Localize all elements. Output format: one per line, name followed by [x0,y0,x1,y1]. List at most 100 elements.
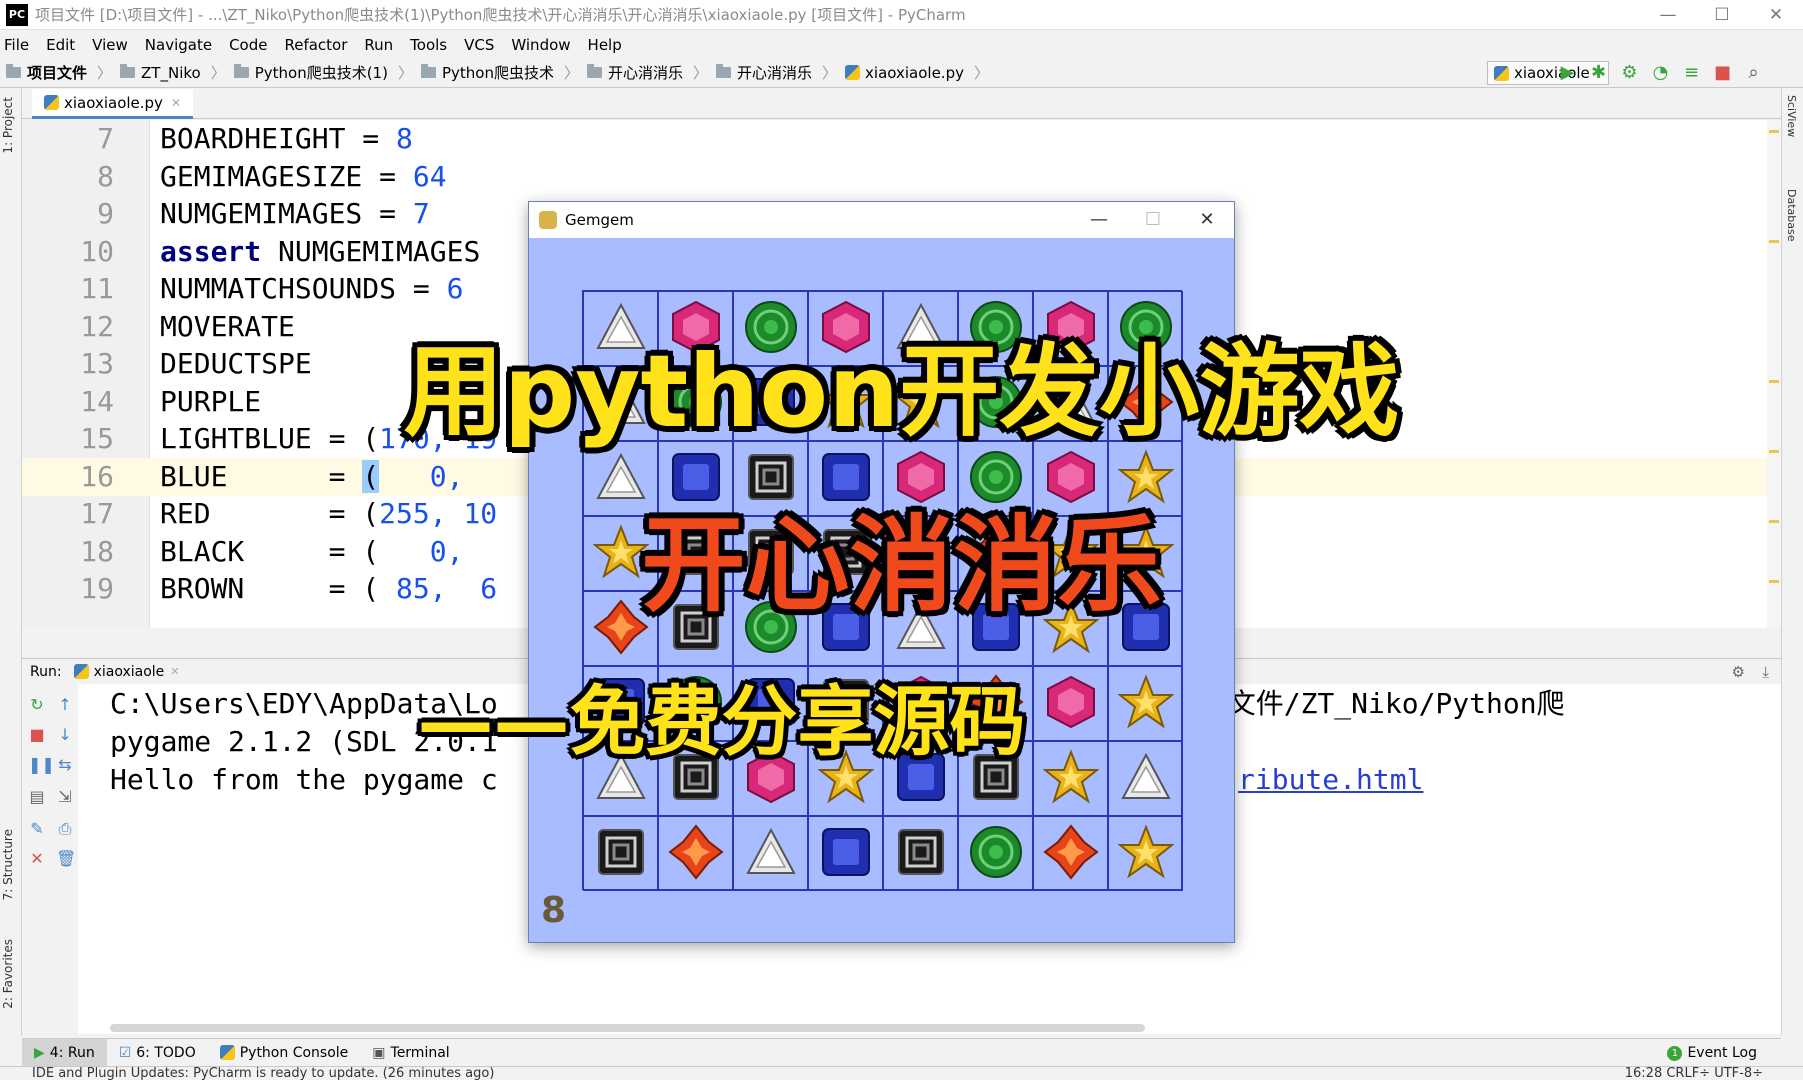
menu-refactor[interactable]: Refactor [284,36,347,54]
scroll-end-icon[interactable]: ⇲ [56,788,74,806]
folder-icon [586,64,602,78]
breadcrumb-item[interactable]: 项目文件 [6,62,87,83]
gem-cell[interactable] [883,816,958,891]
event-log-button[interactable]: 1 Event Log [1667,1039,1757,1067]
folder-icon [120,64,136,78]
menu-vcs[interactable]: VCS [464,36,494,54]
menu-tools[interactable]: Tools [410,36,447,54]
structure-tool-tab[interactable]: 7: Structure [1,829,15,900]
gem-cell[interactable] [733,816,808,891]
close-icon[interactable]: ✕ [171,96,181,110]
gear-icon[interactable]: ⚙ [1732,663,1745,681]
menu-navigate[interactable]: Navigate [145,36,212,54]
gem-diamond-icon [667,823,724,884]
game-title-bar: Gemgem — ☐ ✕ [529,202,1234,238]
database-tool-tab[interactable]: Database [1785,189,1798,242]
folder-icon [716,64,732,78]
close-button[interactable]: ✕ [1749,0,1803,30]
hide-icon[interactable]: ⤓ [1762,663,1769,681]
code-text: BOARDHEIGHT = 8 [160,122,413,155]
gem-diamond-icon [1042,823,1099,884]
menu-help[interactable]: Help [588,36,622,54]
editor-tab[interactable]: xiaoxiaole.py ✕ [32,89,193,119]
breadcrumb-item[interactable]: ZT_Niko [120,64,201,82]
pin-icon[interactable]: ✎ [28,820,46,838]
layout-icon[interactable]: ▤ [28,788,46,806]
tab-python-console[interactable]: Python Console [208,1039,361,1067]
overlay-title: 用python开发小游戏 [403,333,1400,450]
line-number: 9 [97,197,114,230]
breadcrumb-item[interactable]: 开心消消乐 [586,62,683,83]
gem-sphere-icon [968,824,1024,884]
score-display: 8 [541,890,567,931]
gem-cell[interactable] [1108,816,1183,891]
todo-icon: ☑ [118,1044,132,1061]
line-number: 10 [80,234,114,268]
concurrency-icon[interactable]: ≡ [1676,62,1707,84]
pycharm-app-icon: PC [6,3,28,26]
menu-window[interactable]: Window [511,36,570,54]
print-icon[interactable]: ⎙ [56,820,74,838]
editor-tab-bar: xiaoxiaole.py ✕ [22,89,1781,119]
gem-cell[interactable] [658,816,733,891]
code-line: 8 GEMIMAGESIZE = 64 [22,158,1781,196]
gem-cell[interactable] [958,816,1033,891]
folder-icon [420,64,436,78]
gem-cell[interactable] [1033,816,1108,891]
status-position-encoding[interactable]: 16:28 CRLF÷ UTF-8÷ [1625,1067,1763,1080]
line-number: 8 [97,159,114,193]
search-icon[interactable]: ⌕ [1738,62,1769,84]
debug-icon[interactable]: ✱ [1583,62,1614,84]
maximize-button[interactable]: ☐ [1126,202,1180,238]
pygame-icon [539,211,557,229]
tab-run[interactable]: ▶ 4: Run [22,1038,107,1067]
tab-todo[interactable]: ☑ 6: TODO [107,1039,208,1067]
trash-icon[interactable]: 🗑 [56,850,76,868]
close-button[interactable]: ✕ [1180,202,1234,238]
code-text: NUMGEMIMAGES = 7 [160,197,430,230]
status-message[interactable]: IDE and Plugin Updates: PyCharm is ready… [32,1067,494,1080]
overlay-tagline: ——免费分享源码 [417,677,1026,766]
status-bar: IDE and Plugin Updates: PyCharm is ready… [0,1066,1803,1080]
breadcrumb-item[interactable]: Python爬虫技术 [420,62,554,83]
project-tool-tab[interactable]: 1: Project [1,97,15,154]
line-number: 7 [97,122,114,155]
profile-icon[interactable]: ◔ [1645,62,1676,84]
close-icon[interactable]: ✕ [28,850,46,868]
run-icon[interactable]: ▶ [1552,62,1583,84]
stop-icon[interactable]: ■ [1707,62,1738,84]
code-line: 7 BOARDHEIGHT = 8 [22,120,1781,158]
menu-bar: File Edit View Navigate Code Refactor Ru… [0,31,1803,58]
menu-code[interactable]: Code [229,36,267,54]
menu-edit[interactable]: Edit [46,36,75,54]
gem-cell[interactable] [583,816,658,891]
menu-file[interactable]: File [4,36,29,54]
python-icon [219,1045,235,1060]
coverage-icon[interactable]: ⚙ [1614,62,1645,84]
gem-spiral-icon [895,826,947,882]
code-text: assert NUMGEMIMAGES [160,234,481,268]
favorites-tool-tab[interactable]: 2: Favorites [1,939,15,1009]
console-horizontal-scrollbar[interactable] [110,1024,1145,1032]
tab-terminal[interactable]: ▣ Terminal [360,1039,461,1067]
gem-spiral-icon [595,826,647,882]
minimize-button[interactable]: — [1641,0,1695,30]
breadcrumb-item[interactable]: xiaoxiaole.py [845,64,964,82]
menu-run[interactable]: Run [364,36,393,54]
folder-icon [233,64,249,78]
python-file-icon [44,95,59,110]
gem-cell[interactable] [808,816,883,891]
bottom-tool-tabs: ▶ 4: Run ☑ 6: TODO Python Console ▣ Termina… [22,1038,1781,1067]
breadcrumb-item[interactable]: Python爬虫技术(1) [233,62,388,83]
maximize-button[interactable]: ☐ [1695,0,1749,30]
sciview-tool-tab[interactable]: SciView [1785,95,1798,137]
python-file-icon [1494,65,1509,81]
breadcrumb: 项目文件〉 ZT_Niko 〉 Python爬虫技术(1) 〉 Python爬虫技术… [0,58,1803,88]
run-icon: ▶ [34,1044,45,1061]
minimize-button[interactable]: — [1072,202,1126,238]
overlay-subtitle: 开心消消乐 [641,504,1162,626]
folder-icon [6,64,21,78]
breadcrumb-item[interactable]: 开心消消乐 [716,62,812,83]
window-title: 项目文件 [D:\项目文件] - ...\ZT_Niko\Python爬虫技术(… [35,6,966,24]
menu-view[interactable]: View [92,36,128,54]
